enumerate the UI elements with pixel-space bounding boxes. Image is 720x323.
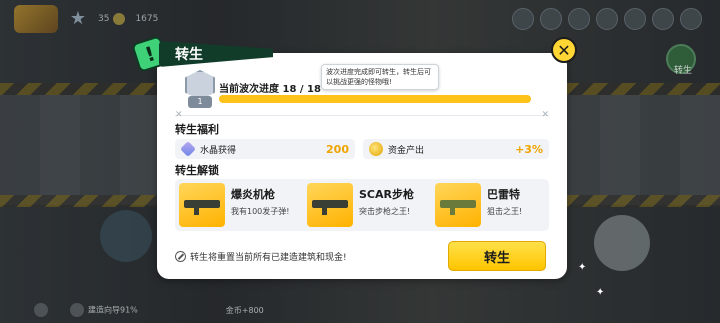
menu-button[interactable] [680, 8, 702, 30]
top-right-buttons [512, 8, 702, 30]
divider-cap-icon: ✕ [175, 110, 183, 120]
machine-gun-icon [179, 183, 225, 227]
weapon-desc: 我有100发子弹! [231, 207, 290, 216]
rebirth-button[interactable]: 转生 [448, 241, 546, 271]
rifle-icon [307, 183, 353, 227]
menu-button[interactable] [596, 8, 618, 30]
menu-button[interactable] [652, 8, 674, 30]
crystal-icon [180, 141, 196, 157]
weapon-unlock-list: 爆炎机枪 我有100发子弹! SCAR步枪 突击步枪之王! 巴雷特 狙击之王! [175, 179, 549, 231]
benefit-label: 资金产出 [388, 145, 425, 156]
reset-warning-text: 转生将重置当前所有已建造建筑和现金! [190, 253, 347, 263]
bottom-hud: 建造向导91% 金币+800 [0, 297, 720, 323]
bottom-bonus: 金币+800 [225, 305, 264, 315]
benefits-title: 转生福利 [175, 123, 219, 136]
unlock-title: 转生解锁 [175, 164, 219, 177]
sparkle-icon: ✦ [578, 262, 587, 273]
wave-progress-fill [219, 95, 531, 103]
hud-stat: 1675 [135, 14, 159, 24]
divider [175, 115, 549, 116]
rebirth-dialog: ! 转生 ✕ 1 当前波次进度 18 / 18 波次进度完成即可转生，转生后可以… [131, 35, 577, 279]
hud-stat: 35 [98, 13, 126, 25]
coin-icon [369, 142, 383, 156]
weapon-name: 爆炎机枪 [231, 188, 275, 201]
weapon-desc: 狙击之王! [487, 207, 523, 216]
dialog-header: ! 转生 [131, 35, 345, 73]
wave-progress-label: 当前波次进度 18 / 18 [219, 84, 321, 95]
benefit-label: 水晶获得 [200, 145, 237, 156]
menu-button[interactable] [512, 8, 534, 30]
weapon-card[interactable]: 巴雷特 狙击之王! [431, 179, 551, 231]
reset-warning: 转生将重置当前所有已建造建筑和现金! [175, 250, 347, 263]
sniper-rifle-icon [435, 183, 481, 227]
star-icon: ★ [69, 8, 87, 29]
progress-tooltip: 波次进度完成即可转生，转生后可以挑战更强的怪物哦! [321, 64, 439, 90]
wave-badge: 1 [183, 70, 217, 110]
close-icon: ✕ [557, 40, 571, 60]
wave-progress-bar [219, 95, 531, 103]
weapon-desc: 突击步枪之王! [359, 207, 411, 216]
bottom-item[interactable] [34, 303, 52, 317]
settings-icon [34, 303, 48, 317]
menu-button[interactable] [568, 8, 590, 30]
menu-button[interactable] [540, 8, 562, 30]
joystick[interactable] [100, 210, 152, 262]
weapon-card[interactable]: SCAR步枪 突击步枪之王! [303, 179, 423, 231]
menu-button[interactable] [624, 8, 646, 30]
wave-level: 1 [188, 96, 212, 108]
coin-icon [113, 13, 126, 25]
benefit-value: +3% [515, 142, 543, 156]
player-avatar[interactable] [14, 5, 58, 33]
bottom-item[interactable]: 建造向导91% [70, 303, 138, 317]
weapon-name: SCAR步枪 [359, 188, 414, 201]
dialog-title: 转生 [159, 41, 273, 67]
divider-cap-icon: ✕ [541, 110, 549, 120]
action-button[interactable] [594, 215, 650, 271]
benefit-income: 资金产出 +3% [363, 139, 549, 159]
warning-icon [175, 251, 186, 262]
weapon-card[interactable]: 爆炎机枪 我有100发子弹! [175, 179, 295, 231]
weapon-name: 巴雷特 [487, 188, 520, 201]
rebirth-shortcut-label: 转生 [673, 66, 692, 76]
benefit-value: 200 [326, 142, 349, 156]
close-button[interactable]: ✕ [551, 37, 577, 63]
benefit-crystal: 水晶获得 200 [175, 139, 355, 159]
guide-icon [70, 303, 84, 317]
